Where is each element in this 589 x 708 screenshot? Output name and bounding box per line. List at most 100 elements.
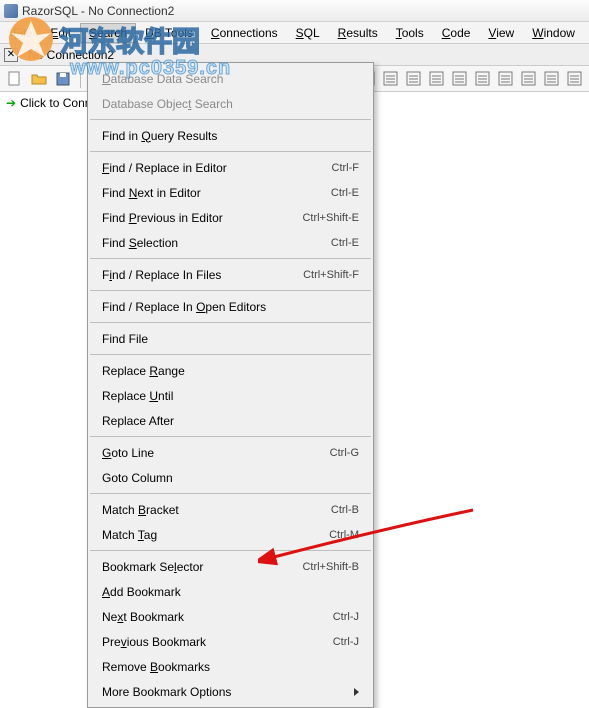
menu-item-label: Find in Query Results (102, 129, 359, 143)
menu-item-label: Remove Bookmarks (102, 660, 359, 674)
menu-item-find-previous-in-editor[interactable]: Find Previous in EditorCtrl+Shift-E (88, 205, 373, 230)
table-icon[interactable] (404, 70, 422, 88)
side-panel: ➔ Click to Connect (0, 92, 80, 114)
menu-item-goto-column[interactable]: Goto Column (88, 465, 373, 490)
menu-item-label: Find / Replace in Editor (102, 161, 332, 175)
menu-item-bookmark-selector[interactable]: Bookmark SelectorCtrl+Shift-B (88, 554, 373, 579)
menu-item-label: Replace Until (102, 389, 359, 403)
menu-item-shortcut: Ctrl+Shift-F (303, 269, 359, 281)
menu-item-find-next-in-editor[interactable]: Find Next in EditorCtrl-E (88, 180, 373, 205)
config-icon[interactable] (565, 70, 583, 88)
menu-item-label: Database Object Search (102, 97, 359, 111)
app-icon (4, 4, 18, 18)
tab-label[interactable]: No Connection2 (22, 46, 120, 64)
menu-tools[interactable]: Tools (387, 23, 433, 43)
search-menu-dropdown: Database Data Search Database Object Sear… (87, 62, 374, 708)
menu-item-shortcut: Ctrl-E (331, 237, 359, 249)
menu-item-label: Find Previous in Editor (102, 211, 302, 225)
menu-item-replace-range[interactable]: Replace Range (88, 358, 373, 383)
menu-separator (90, 493, 371, 494)
menubar: FileEditSearchDB ToolsConnectionsSQLResu… (0, 22, 589, 44)
submenu-arrow-icon (354, 688, 359, 696)
menu-item-previous-bookmark[interactable]: Previous BookmarkCtrl-J (88, 629, 373, 654)
menu-item-database-object-search: Database Object Search (88, 91, 373, 116)
menu-results[interactable]: Results (329, 23, 387, 43)
menu-separator (90, 436, 371, 437)
menu-item-shortcut: Ctrl-F (332, 162, 360, 174)
menu-item-label: Bookmark Selector (102, 560, 302, 574)
menu-item-find-replace-in-files[interactable]: Find / Replace In FilesCtrl+Shift-F (88, 262, 373, 287)
menu-item-replace-after[interactable]: Replace After (88, 408, 373, 433)
menu-code[interactable]: Code (433, 23, 480, 43)
menu-window[interactable]: Window (523, 23, 584, 43)
menu-file[interactable]: File (4, 23, 41, 43)
menu-item-label: Goto Line (102, 446, 330, 460)
proc-icon[interactable] (427, 70, 445, 88)
menu-item-replace-until[interactable]: Replace Until (88, 383, 373, 408)
menu-item-label: Find File (102, 332, 359, 346)
menu-item-label: Replace Range (102, 364, 359, 378)
menu-search[interactable]: Search (80, 23, 136, 43)
menu-item-find-file[interactable]: Find File (88, 326, 373, 351)
menu-item-shortcut: Ctrl+Shift-B (302, 561, 359, 573)
columns-icon[interactable] (381, 70, 399, 88)
menu-item-label: Match Bracket (102, 503, 331, 517)
menu-separator (90, 258, 371, 259)
menu-item-find-replace-in-editor[interactable]: Find / Replace in EditorCtrl-F (88, 155, 373, 180)
menu-item-shortcut: Ctrl-M (329, 529, 359, 541)
menu-item-label: Previous Bookmark (102, 635, 333, 649)
menu-item-label: Add Bookmark (102, 585, 359, 599)
menu-item-find-selection[interactable]: Find SelectionCtrl-E (88, 230, 373, 255)
menu-item-more-bookmark-options[interactable]: More Bookmark Options (88, 679, 373, 704)
new-file-icon[interactable] (6, 70, 24, 88)
menu-item-label: Match Tag (102, 528, 329, 542)
titlebar: RazorSQL - No Connection2 (0, 0, 589, 22)
menu-item-label: More Bookmark Options (102, 685, 354, 699)
toolbar-separator (80, 70, 81, 88)
menu-item-shortcut: Ctrl-B (331, 504, 359, 516)
menu-item-next-bookmark[interactable]: Next BookmarkCtrl-J (88, 604, 373, 629)
menu-item-remove-bookmarks[interactable]: Remove Bookmarks (88, 654, 373, 679)
refresh-icon[interactable] (496, 70, 514, 88)
menu-db-tools[interactable]: DB Tools (136, 23, 202, 43)
menu-separator (90, 151, 371, 152)
menu-item-database-data-search: Database Data Search (88, 66, 373, 91)
menu-item-match-bracket[interactable]: Match BracketCtrl-B (88, 497, 373, 522)
menu-item-label: Find Next in Editor (102, 186, 331, 200)
menu-separator (90, 119, 371, 120)
connect-arrow-icon: ➔ (6, 96, 16, 110)
menu-view[interactable]: View (479, 23, 523, 43)
save-icon[interactable] (54, 70, 72, 88)
menu-separator (90, 290, 371, 291)
menu-item-find-replace-in-open-editors[interactable]: Find / Replace In Open Editors (88, 294, 373, 319)
menu-item-label: Next Bookmark (102, 610, 333, 624)
menu-item-label: Goto Column (102, 471, 359, 485)
menu-item-shortcut: Ctrl-G (330, 447, 359, 459)
menu-connections[interactable]: Connections (202, 23, 287, 43)
menu-item-find-in-query-results[interactable]: Find in Query Results (88, 123, 373, 148)
menu-item-shortcut: Ctrl+Shift-E (302, 212, 359, 224)
menu-separator (90, 322, 371, 323)
menu-item-goto-line[interactable]: Goto LineCtrl-G (88, 440, 373, 465)
menu-item-label: Find / Replace In Files (102, 268, 303, 282)
list-icon[interactable] (450, 70, 468, 88)
menu-sql[interactable]: SQL (287, 23, 329, 43)
menu-item-match-tag[interactable]: Match TagCtrl-M (88, 522, 373, 547)
menu-separator (90, 354, 371, 355)
menu-item-add-bookmark[interactable]: Add Bookmark (88, 579, 373, 604)
open-folder-icon[interactable] (30, 70, 48, 88)
menu-item-label: Database Data Search (102, 72, 359, 86)
view-icon[interactable] (473, 70, 491, 88)
menu-item-label: Find Selection (102, 236, 331, 250)
window-title: RazorSQL - No Connection2 (22, 4, 174, 18)
close-tab-button[interactable]: ✕ (4, 48, 18, 62)
menu-separator (90, 550, 371, 551)
menu-item-label: Replace After (102, 414, 359, 428)
menu-item-label: Find / Replace In Open Editors (102, 300, 359, 314)
menu-item-shortcut: Ctrl-J (333, 611, 359, 623)
redo-icon[interactable] (542, 70, 560, 88)
menu-item-shortcut: Ctrl-J (333, 636, 359, 648)
undo-icon[interactable] (519, 70, 537, 88)
menu-item-shortcut: Ctrl-E (331, 187, 359, 199)
menu-edit[interactable]: Edit (41, 23, 80, 43)
